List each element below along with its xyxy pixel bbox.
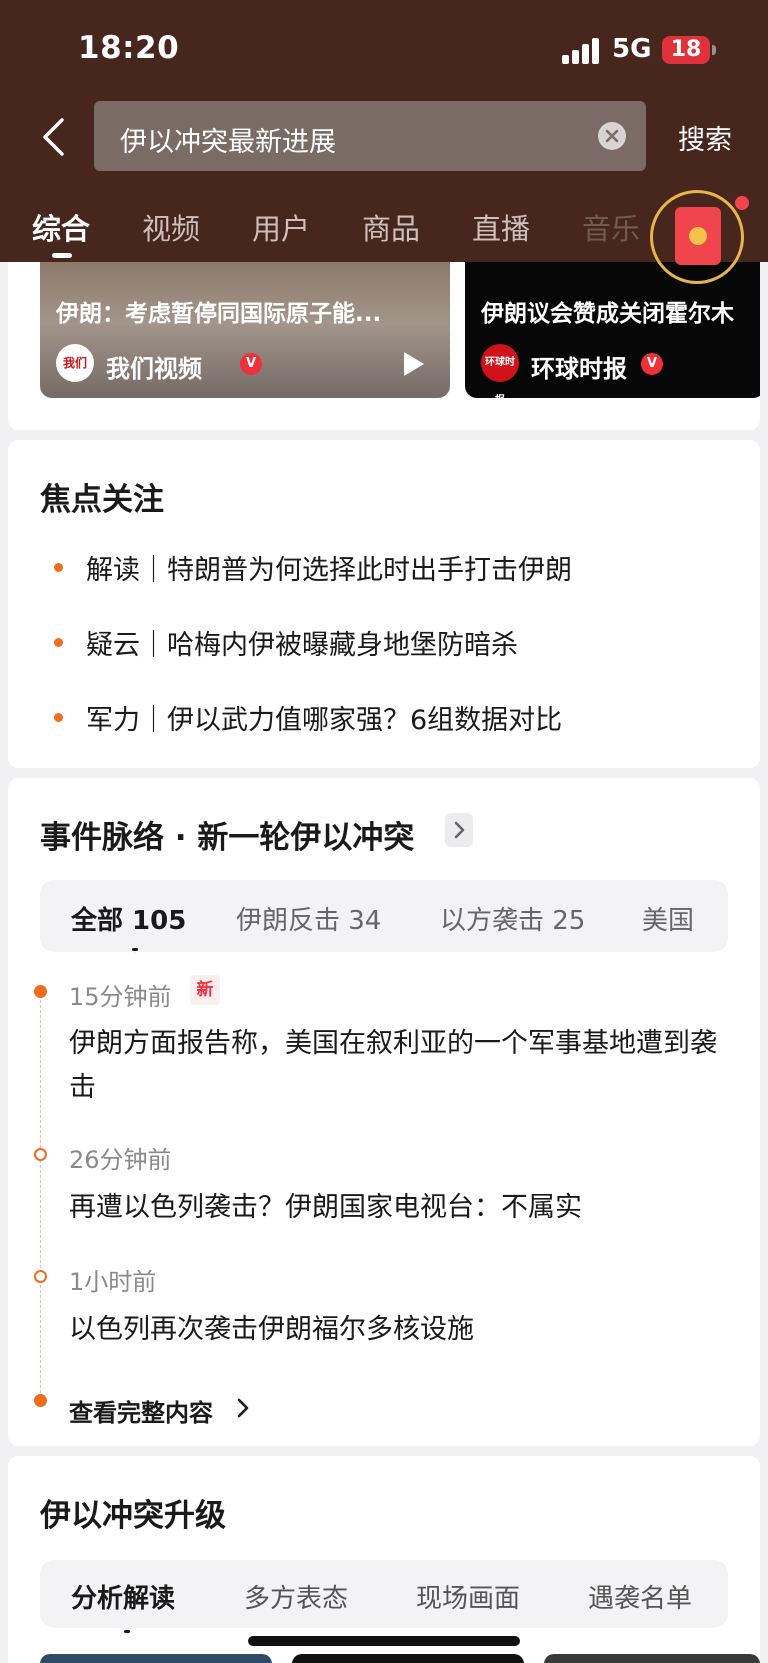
entry-text[interactable]: 伊朗方面报告称，美国在叙利亚的一个军事基地遭到袭击 xyxy=(69,1022,729,1110)
bullet-dot-icon xyxy=(54,563,63,572)
back-button[interactable] xyxy=(36,112,76,162)
timeline-dot-icon xyxy=(34,1270,47,1283)
video-carousel: 伊朗：考虑暂停同国际原子能... 我们 我们视频 V 伊朗议会赞成关闭霍尔木 环… xyxy=(8,262,760,430)
home-indicator[interactable] xyxy=(248,1636,520,1646)
focus-item-text: 疑云｜哈梅内伊被曝藏身地堡防暗杀 xyxy=(86,630,518,661)
chevron-right-icon xyxy=(454,821,465,839)
filter-all[interactable]: 全部 105 xyxy=(71,900,186,937)
tab-music[interactable]: 音乐 xyxy=(582,206,640,248)
red-packet-icon xyxy=(675,207,721,265)
status-time: 18:20 xyxy=(78,30,180,66)
new-badge: 新 xyxy=(190,975,220,1005)
tab-video[interactable]: 视频 xyxy=(142,206,200,248)
thumbnail[interactable] xyxy=(40,1654,272,1663)
focus-item-text: 解读｜特朗普为何选择此时出手打击伊朗 xyxy=(86,555,572,586)
entry-text[interactable]: 以色列再次袭击伊朗福尔多核设施 xyxy=(69,1308,729,1352)
battery-icon: 18 xyxy=(662,36,710,64)
view-full-content-link[interactable]: 查看完整内容 xyxy=(69,1393,213,1428)
battery-nub xyxy=(712,45,716,55)
author-name: 环球时报 xyxy=(531,355,627,383)
focus-item-text: 军力｜伊以武力值哪家强？6组数据对比 xyxy=(86,705,563,736)
active-tab-indicator xyxy=(52,253,72,258)
red-packet-button[interactable] xyxy=(650,190,749,284)
escalation-title: 伊以冲突升级 xyxy=(40,1498,226,1534)
author-avatar: 环球时报 xyxy=(481,344,519,398)
chevron-left-icon xyxy=(43,118,64,156)
escalation-tab-bar: 分析解读 多方表态 现场画面 遇袭名单 xyxy=(40,1560,728,1628)
tab-scene[interactable]: 现场画面 xyxy=(416,1578,520,1615)
network-type: 5G xyxy=(612,34,652,64)
notification-dot xyxy=(735,196,749,210)
video-card[interactable]: 伊朗议会赞成关闭霍尔木 环球时报 环球时报 V xyxy=(465,262,760,398)
author-avatar: 我们 xyxy=(56,344,94,382)
search-input[interactable]: 伊以冲突最新进展 xyxy=(94,101,646,171)
filter-israel-attack[interactable]: 以方袭击 25 xyxy=(440,900,585,937)
timeline-title[interactable]: 事件脉络 · 新一轮伊以冲突 xyxy=(40,812,414,857)
chevron-right-icon xyxy=(237,1398,249,1418)
entry-text[interactable]: 再遭以色列袭击？伊朗国家电视台：不属实 xyxy=(69,1186,729,1230)
entry-time: 1小时前 xyxy=(69,1268,157,1296)
tab-all[interactable]: 综合 xyxy=(32,206,90,248)
filter-iran-counter[interactable]: 伊朗反击 34 xyxy=(236,900,381,937)
entry-time: 15分钟前 xyxy=(69,983,172,1011)
focus-title: 焦点关注 xyxy=(40,482,164,518)
timeline-dot-icon xyxy=(34,985,47,998)
timeline-dot-icon xyxy=(34,1148,47,1161)
tab-statements[interactable]: 多方表态 xyxy=(244,1578,348,1615)
signal-icon xyxy=(562,38,602,64)
timeline-filter-bar: 全部 105 伊朗反击 34 以方袭击 25 美国 xyxy=(40,880,728,952)
play-icon xyxy=(404,352,424,376)
tab-goods[interactable]: 商品 xyxy=(362,206,420,248)
focus-card: 焦点关注 解读｜特朗普为何选择此时出手打击伊朗 疑云｜哈梅内伊被曝藏身地堡防暗杀… xyxy=(8,440,760,768)
timeline-connector xyxy=(40,1000,41,1398)
author-name: 我们视频 xyxy=(106,355,202,383)
bullet-dot-icon xyxy=(54,638,63,647)
tab-users[interactable]: 用户 xyxy=(252,206,310,248)
thumbnail[interactable] xyxy=(292,1654,524,1663)
search-query: 伊以冲突最新进展 xyxy=(120,127,336,158)
video-title: 伊朗议会赞成关闭霍尔木 xyxy=(481,301,734,327)
status-bar: 18:20 5G 18 xyxy=(0,0,768,100)
filter-usa[interactable]: 美国 xyxy=(642,900,694,937)
active-tab-indicator xyxy=(119,1628,135,1636)
video-title: 伊朗：考虑暂停同国际原子能... xyxy=(56,301,382,327)
video-card[interactable]: 伊朗：考虑暂停同国际原子能... 我们 我们视频 V xyxy=(40,262,450,398)
bullet-dot-icon xyxy=(54,713,63,722)
verified-badge-icon: V xyxy=(240,353,262,375)
tab-analysis[interactable]: 分析解读 xyxy=(71,1578,175,1615)
escalation-card: 伊以冲突升级 分析解读 多方表态 现场画面 遇袭名单 xyxy=(8,1456,760,1663)
tab-casualties[interactable]: 遇袭名单 xyxy=(588,1578,692,1615)
active-filter-indicator xyxy=(127,946,143,954)
verified-badge-icon: V xyxy=(641,353,663,375)
clear-search-button[interactable] xyxy=(598,122,626,150)
entry-time: 26分钟前 xyxy=(69,1146,172,1174)
tab-live[interactable]: 直播 xyxy=(472,206,530,248)
timeline-dot-icon xyxy=(34,1394,47,1407)
search-button[interactable]: 搜索 xyxy=(678,118,732,157)
close-circle-icon xyxy=(605,129,619,143)
thumbnail[interactable] xyxy=(544,1654,760,1663)
timeline-more-button[interactable] xyxy=(445,813,473,847)
